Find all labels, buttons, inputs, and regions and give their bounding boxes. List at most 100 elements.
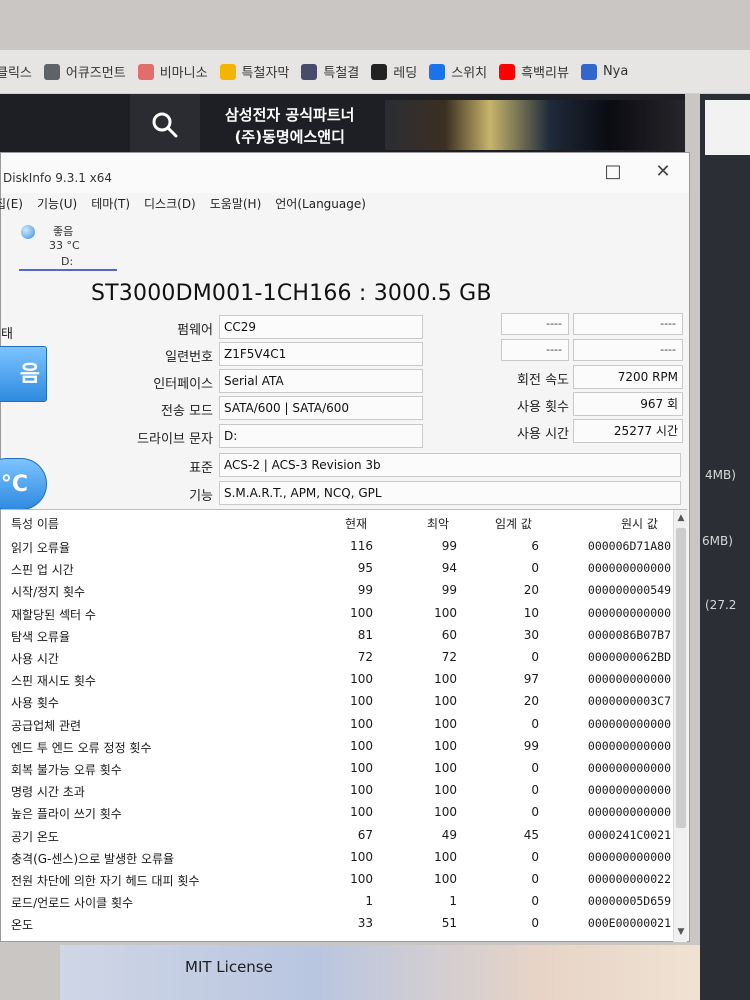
threshold-value: 20 — [523, 583, 539, 598]
threshold-value: 30 — [523, 627, 539, 642]
bookmark-favicon-icon — [43, 63, 60, 80]
monitor-thumbnail — [705, 100, 750, 155]
smart-row[interactable]: 스핀 재시도 횟수 100 100 97 000000000000 — [1, 669, 673, 691]
menu-edit[interactable]: 집(E) — [0, 193, 23, 217]
smart-row[interactable]: 재할당된 섹터 수 100 100 10 000000000000 — [1, 603, 673, 625]
maximize-button[interactable]: □ — [599, 161, 627, 182]
bookmark-label: 흑백리뷰 — [521, 66, 569, 81]
power-hours-value: 25277 시간 — [573, 419, 683, 443]
smart-row[interactable]: 엔드 투 엔드 오류 정정 횟수 100 100 99 000000000000 — [1, 736, 673, 758]
smart-row[interactable]: 읽기 오류율 116 99 6 000006D71A80 — [1, 536, 673, 558]
bookmark-item[interactable]: 어큐즈먼트 — [43, 62, 126, 81]
worst-value: 1 — [449, 894, 457, 909]
health-status-button[interactable]: 음 — [0, 346, 47, 402]
current-value: 81 — [357, 627, 373, 642]
header-raw[interactable]: 원시 값 — [621, 515, 658, 532]
bookmark-favicon-icon — [371, 63, 388, 80]
smart-row[interactable]: 충격(G-센스)으로 발생한 오류율 100 100 0 000000000000 — [1, 847, 673, 869]
health-label: 태 — [1, 327, 13, 342]
menu-bar: 집(E) 기능(U) 테마(T) 디스크(D) 도움말(H) 언어(Langua… — [0, 193, 689, 217]
worst-value: 99 — [441, 583, 457, 598]
standard-label: 표준 — [189, 461, 213, 476]
bookmark-item[interactable]: 비마니소 — [137, 62, 208, 81]
smart-row[interactable]: 사용 시간 72 72 0 0000000062BD — [1, 647, 673, 669]
threshold-value: 0 — [531, 916, 539, 931]
smart-row[interactable]: 시작/정지 횟수 99 99 20 000000000549 — [1, 580, 673, 602]
rotation-value: 7200 RPM — [573, 365, 683, 389]
smart-row[interactable]: 스핀 업 시간 95 94 0 000000000000 — [1, 558, 673, 580]
header-attribute-name[interactable]: 특성 이름 — [11, 515, 59, 532]
raw-value: 0000000003C7 — [587, 694, 671, 709]
menu-help[interactable]: 도움말(H) — [210, 193, 262, 217]
header-current[interactable]: 현재 — [345, 515, 367, 532]
raw-value: 0000241C0021 — [587, 827, 671, 842]
bookmark-label: 특철자막 — [241, 66, 290, 81]
bookmark-favicon-icon — [301, 63, 318, 80]
site-search-button[interactable] — [130, 94, 200, 156]
smart-row[interactable]: 로드/언로드 사이클 횟수 1 1 0 00000005D659 — [1, 891, 673, 913]
rotation-label: 회전 속도 — [517, 373, 569, 388]
raw-value: 000000000000 — [587, 605, 671, 620]
temperature-button[interactable]: °C — [0, 458, 47, 510]
crystaldiskinfo-window: DiskInfo 9.3.1 x64 □ ✕ 집(E) 기능(U) 테마(T) … — [0, 152, 690, 942]
bookmark-item[interactable]: 흑백리뷰 — [499, 62, 569, 81]
background-bottom-area — [60, 945, 700, 1000]
attribute-name: 명령 시간 초과 — [11, 785, 85, 800]
attribute-name: 온도 — [11, 918, 34, 933]
window-title: DiskInfo 9.3.1 x64 — [3, 171, 113, 185]
current-value: 95 — [357, 561, 373, 576]
disk-tab-indicator — [19, 269, 117, 271]
bookmark-item[interactable]: 특철결 — [301, 62, 359, 81]
disk-tab-temp: 33 °C — [49, 239, 80, 252]
worst-value: 60 — [441, 627, 457, 642]
smart-row[interactable]: 회복 불가능 오류 횟수 100 100 0 000000000000 — [1, 758, 673, 780]
disk-tab-d[interactable]: 좋음 33 °C D: — [19, 221, 117, 271]
header-worst[interactable]: 최악 — [427, 515, 449, 532]
header-threshold[interactable]: 임계 값 — [495, 515, 532, 532]
current-value: 116 — [350, 539, 373, 553]
bookmark-item[interactable]: 클릭스 — [0, 62, 32, 81]
bookmark-label: 레딩 — [393, 66, 418, 81]
bookmark-item[interactable]: 레딩 — [371, 62, 417, 81]
smart-row[interactable]: 공기 온도 67 49 45 0000241C0021 — [1, 825, 673, 847]
menu-function[interactable]: 기능(U) — [37, 193, 77, 217]
serial-value: Z1F5V4C1 — [219, 342, 423, 366]
scroll-down-arrow-icon[interactable]: ▼ — [674, 924, 688, 940]
site-banner-image[interactable] — [385, 100, 685, 150]
smart-row[interactable]: 높은 플라이 쓰기 횟수 100 100 0 000000000000 — [1, 802, 673, 824]
site-title[interactable]: 삼성전자 공식파트너 (주)동명에스앤디 — [225, 104, 354, 148]
raw-value: 000000000000 — [587, 716, 671, 731]
bookmark-label: 특철결 — [323, 66, 360, 81]
vertical-scrollbar[interactable]: ▲ ▼ — [673, 510, 687, 942]
attribute-name: 스핀 재시도 횟수 — [11, 674, 96, 689]
smart-table[interactable]: 특성 이름 현재 최악 임계 값 원시 값 읽기 오류율 116 99 6 000006… — [1, 509, 687, 942]
worst-value: 94 — [441, 561, 457, 576]
bookmark-item[interactable]: 스위치 — [429, 62, 487, 81]
scroll-thumb[interactable] — [676, 528, 686, 828]
transfer-mode-label: 전송 모드 — [161, 404, 213, 419]
smart-row[interactable]: 공급업체 관련 100 100 0 000000000000 — [1, 714, 673, 736]
worst-value: 99 — [441, 539, 457, 553]
smart-row[interactable]: 명령 시간 초과 100 100 0 000000000000 — [1, 780, 673, 802]
attribute-name: 로드/언로드 사이클 횟수 — [11, 896, 134, 911]
current-value: 67 — [357, 827, 373, 842]
bookmark-item[interactable]: 특철자막 — [219, 62, 290, 81]
raw-value: 000000000000 — [587, 761, 671, 775]
menu-disk[interactable]: 디스크(D) — [144, 193, 196, 217]
smart-row[interactable]: 전원 차단에 의한 자기 헤드 대피 횟수 100 100 0 000000000022 — [1, 869, 673, 891]
menu-language[interactable]: 언어(Language) — [275, 193, 366, 217]
smart-row[interactable]: 사용 횟수 100 100 20 0000000003C7 — [1, 691, 673, 713]
drive-letter-value: D: — [219, 424, 423, 448]
features-label: 기능 — [189, 489, 213, 504]
attribute-name: 시작/정지 횟수 — [11, 585, 86, 600]
window-titlebar[interactable]: DiskInfo 9.3.1 x64 □ ✕ — [1, 153, 689, 193]
scroll-up-arrow-icon[interactable]: ▲ — [674, 510, 688, 526]
attribute-name: 전원 차단에 의한 자기 헤드 대피 횟수 — [11, 874, 200, 888]
current-value: 100 — [350, 672, 373, 687]
close-button[interactable]: ✕ — [649, 161, 677, 182]
smart-row[interactable]: 온도 33 51 0 000E00000021 — [1, 913, 673, 935]
worst-value: 72 — [441, 650, 457, 664]
smart-row[interactable]: 탐색 오류율 81 60 30 0000086B07B7 — [1, 625, 673, 647]
menu-theme[interactable]: 테마(T) — [91, 193, 130, 217]
bookmark-item[interactable]: Nya — [580, 63, 628, 80]
